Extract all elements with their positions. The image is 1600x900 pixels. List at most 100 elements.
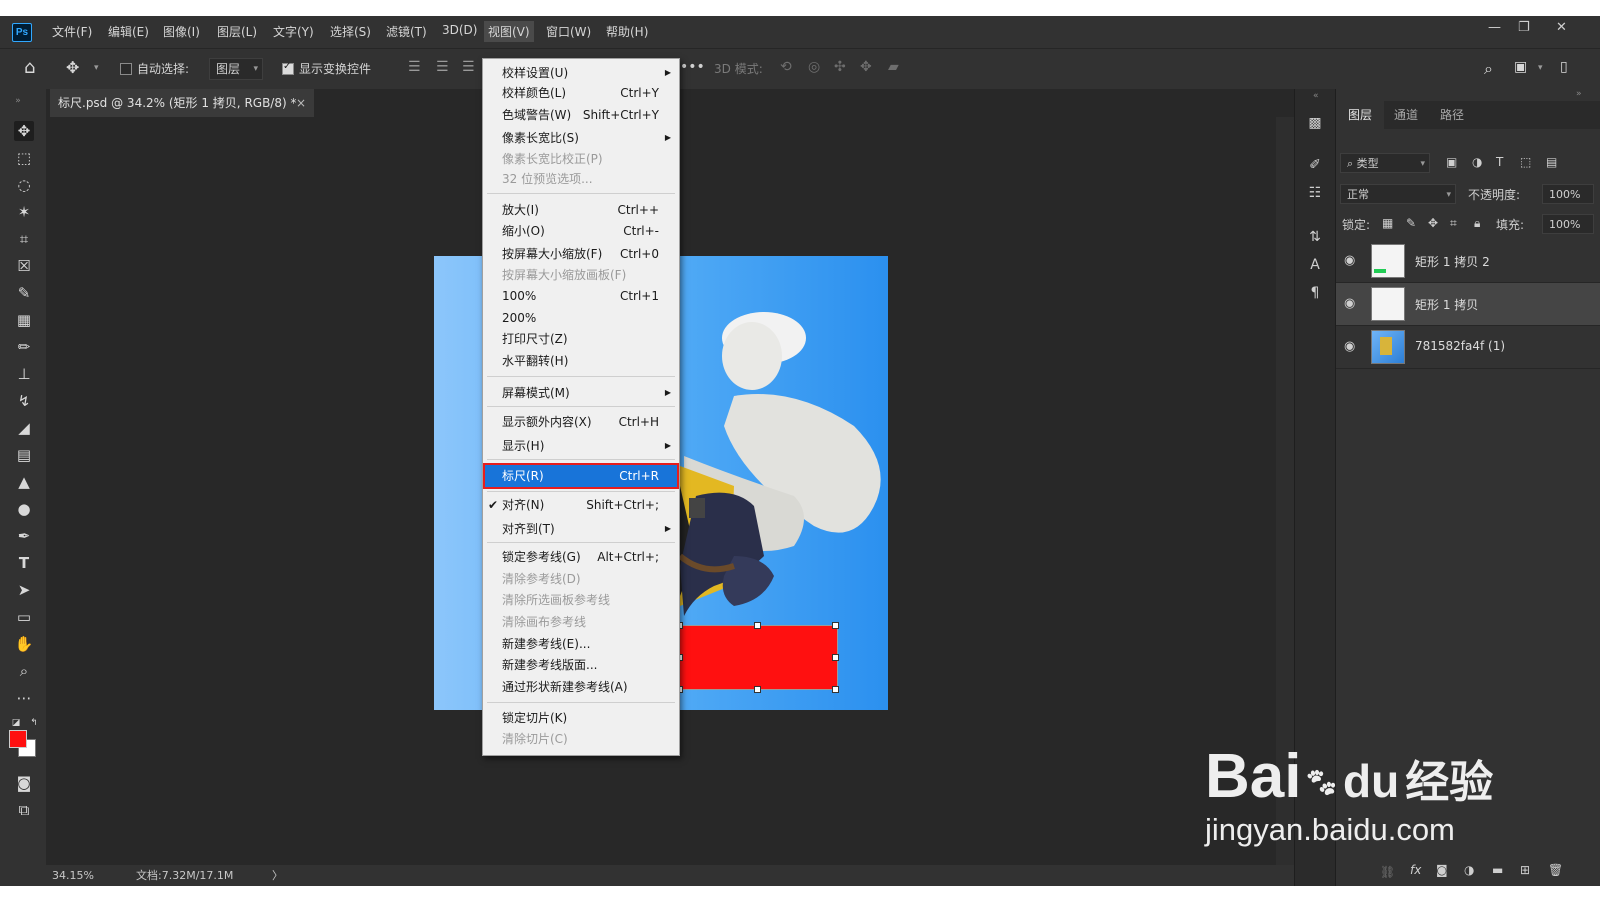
- paragraph-panel-icon[interactable]: ¶: [1305, 285, 1325, 305]
- menu-item-lock-slices[interactable]: 锁定切片(K): [483, 708, 679, 728]
- eyedropper-icon[interactable]: ✎: [14, 283, 34, 303]
- menu-file[interactable]: 文件(F): [52, 23, 92, 40]
- lock-transparency-icon[interactable]: ▦: [1382, 216, 1393, 230]
- healing-brush-icon[interactable]: ▦: [14, 310, 34, 330]
- document-tab[interactable]: 标尺.psd @ 34.2% (矩形 1 拷贝, RGB/8) * ×: [50, 89, 314, 117]
- adjustment-layer-icon[interactable]: ◑: [1464, 863, 1474, 877]
- menu-3d[interactable]: 3D(D): [442, 23, 477, 37]
- dodge-tool-icon[interactable]: ●: [14, 499, 34, 519]
- menu-item-print-size[interactable]: 打印尺寸(Z): [483, 329, 679, 349]
- zoom-tool-icon[interactable]: ⌕: [14, 661, 34, 681]
- menu-item-lock-guides[interactable]: 锁定参考线(G) Alt+Ctrl+;: [483, 547, 679, 567]
- swap-colors-icon[interactable]: ↰: [24, 713, 44, 733]
- add-mask-icon[interactable]: ◙: [1436, 863, 1448, 877]
- marquee-tool-icon[interactable]: ⬚: [14, 148, 34, 168]
- close-window-icon[interactable]: ✕: [1556, 20, 1567, 35]
- lasso-tool-icon[interactable]: ◌: [14, 175, 34, 195]
- tab-channels[interactable]: 通道: [1382, 101, 1430, 129]
- magic-wand-icon[interactable]: ✶: [14, 202, 34, 222]
- layer-name[interactable]: 矩形 1 拷贝 2: [1415, 253, 1490, 270]
- menu-item-snap-to[interactable]: 对齐到(T) ▶: [483, 519, 679, 539]
- menu-item-new-guide-layout[interactable]: 新建参考线版面...: [483, 655, 679, 675]
- search-icon[interactable]: ⌕: [1484, 59, 1493, 79]
- path-select-icon[interactable]: ➤: [14, 580, 34, 600]
- collapse-icon[interactable]: »: [8, 91, 28, 111]
- menu-item-pixel-aspect[interactable]: 像素长宽比(S) ▶: [483, 128, 679, 148]
- menu-item-100-percent[interactable]: 100% Ctrl+1: [483, 286, 679, 306]
- filter-adjust-icon[interactable]: ◑: [1472, 155, 1482, 169]
- character-panel-icon[interactable]: A: [1305, 257, 1325, 277]
- link-layers-icon[interactable]: ⛓: [1380, 865, 1395, 879]
- home-icon[interactable]: ⌂: [24, 57, 35, 78]
- chevron-down-icon[interactable]: ▾: [94, 63, 99, 73]
- layer-row[interactable]: ◉ 矩形 1 拷贝: [1336, 283, 1600, 326]
- learn-panel-icon[interactable]: ▩: [1305, 115, 1325, 135]
- 3d-camera-icon[interactable]: ▰: [888, 59, 899, 75]
- new-group-icon[interactable]: ▬: [1492, 863, 1503, 877]
- 3d-roll-icon[interactable]: ◎: [808, 59, 820, 75]
- opacity-field[interactable]: 100%: [1542, 184, 1594, 204]
- tab-layers[interactable]: 图层: [1336, 101, 1385, 129]
- menu-item-flip-horizontal[interactable]: 水平翻转(H): [483, 351, 679, 371]
- eye-icon[interactable]: ◉: [1344, 339, 1355, 354]
- blend-mode-dropdown[interactable]: 正常 ▾: [1340, 184, 1456, 204]
- transform-handle[interactable]: [832, 686, 839, 693]
- transform-handle[interactable]: [754, 622, 761, 629]
- quick-mask-icon[interactable]: ◙: [14, 773, 34, 793]
- menu-item-fit-screen[interactable]: 按屏幕大小缩放(F) Ctrl+0: [483, 244, 679, 264]
- menu-item-gamut-warning[interactable]: 色域警告(W) Shift+Ctrl+Y: [483, 105, 679, 125]
- workspace-icon[interactable]: ▣: [1514, 59, 1527, 75]
- more-icon[interactable]: •••: [680, 59, 705, 75]
- auto-select-checkbox[interactable]: [120, 63, 132, 75]
- 3d-pan-icon[interactable]: ✣: [834, 59, 846, 75]
- filter-shape-icon[interactable]: ⬚: [1520, 155, 1531, 169]
- lock-pixels-icon[interactable]: ✎: [1406, 216, 1416, 230]
- transform-handle[interactable]: [754, 686, 761, 693]
- fx-icon[interactable]: fx: [1410, 863, 1421, 877]
- move-tool-icon[interactable]: ✥: [66, 58, 79, 77]
- menu-item-new-guide[interactable]: 新建参考线(E)...: [483, 634, 679, 654]
- menu-item-zoom-out[interactable]: 缩小(O) Ctrl+-: [483, 221, 679, 241]
- expand-icon[interactable]: «: [1313, 91, 1319, 101]
- filter-pixel-icon[interactable]: ▣: [1446, 155, 1457, 169]
- layer-name[interactable]: 781582fa4f (1): [1415, 339, 1505, 353]
- menu-item-show[interactable]: 显示(H) ▶: [483, 436, 679, 456]
- status-arrow-icon[interactable]: 〉: [272, 865, 283, 886]
- lock-all-icon[interactable]: 🔒︎: [1474, 216, 1480, 231]
- delete-layer-icon[interactable]: 🗑︎: [1548, 863, 1563, 877]
- screen-mode-icon[interactable]: ⧉: [14, 800, 34, 820]
- share-icon[interactable]: ▯: [1560, 59, 1568, 75]
- maximize-icon[interactable]: ❐: [1518, 20, 1530, 35]
- blur-tool-icon[interactable]: ▲: [14, 472, 34, 492]
- panel-collapse-icon[interactable]: »: [1576, 89, 1582, 99]
- align-center-icon[interactable]: ☰: [436, 59, 449, 75]
- menu-select[interactable]: 选择(S): [330, 23, 371, 40]
- menu-window[interactable]: 窗口(W): [546, 23, 591, 40]
- layer-row[interactable]: ◉ 矩形 1 拷贝 2: [1336, 240, 1600, 283]
- gradient-tool-icon[interactable]: ▤: [14, 445, 34, 465]
- zoom-level[interactable]: 34.15%: [52, 865, 94, 886]
- auto-select-dropdown[interactable]: 图层 ▾: [209, 58, 263, 80]
- align-left-icon[interactable]: ☰: [408, 59, 421, 75]
- chevron-down-icon[interactable]: ▾: [1538, 63, 1543, 73]
- frame-tool-icon[interactable]: ☒: [14, 256, 34, 276]
- minimize-icon[interactable]: —: [1488, 20, 1501, 35]
- menu-item-guides-from-shape[interactable]: 通过形状新建参考线(A): [483, 677, 679, 697]
- show-transform-checkbox[interactable]: [282, 61, 294, 75]
- menu-item-show-extras[interactable]: 显示额外内容(X) Ctrl+H: [483, 412, 679, 432]
- menu-edit[interactable]: 编辑(E): [108, 23, 149, 40]
- new-layer-icon[interactable]: ⊞: [1520, 863, 1530, 877]
- close-tab-icon[interactable]: ×: [296, 89, 306, 117]
- pen-tool-icon[interactable]: ✒: [14, 526, 34, 546]
- menu-item-proof-setup[interactable]: 校样设置(U) ▶: [483, 63, 679, 83]
- menu-view[interactable]: 视图(V): [484, 21, 534, 42]
- align-right-icon[interactable]: ☰: [462, 59, 475, 75]
- tab-paths[interactable]: 路径: [1428, 101, 1476, 129]
- layer-filter-dropdown[interactable]: ⌕ 类型 ▾: [1340, 153, 1430, 173]
- more-tools-icon[interactable]: ⋯: [14, 688, 34, 708]
- menu-help[interactable]: 帮助(H): [606, 23, 648, 40]
- adjustments-icon[interactable]: ☷: [1305, 185, 1325, 205]
- 3d-rotate-icon[interactable]: ⟲: [780, 59, 792, 75]
- type-tool-icon[interactable]: T: [14, 553, 34, 573]
- history-brush-icon[interactable]: ↯: [14, 391, 34, 411]
